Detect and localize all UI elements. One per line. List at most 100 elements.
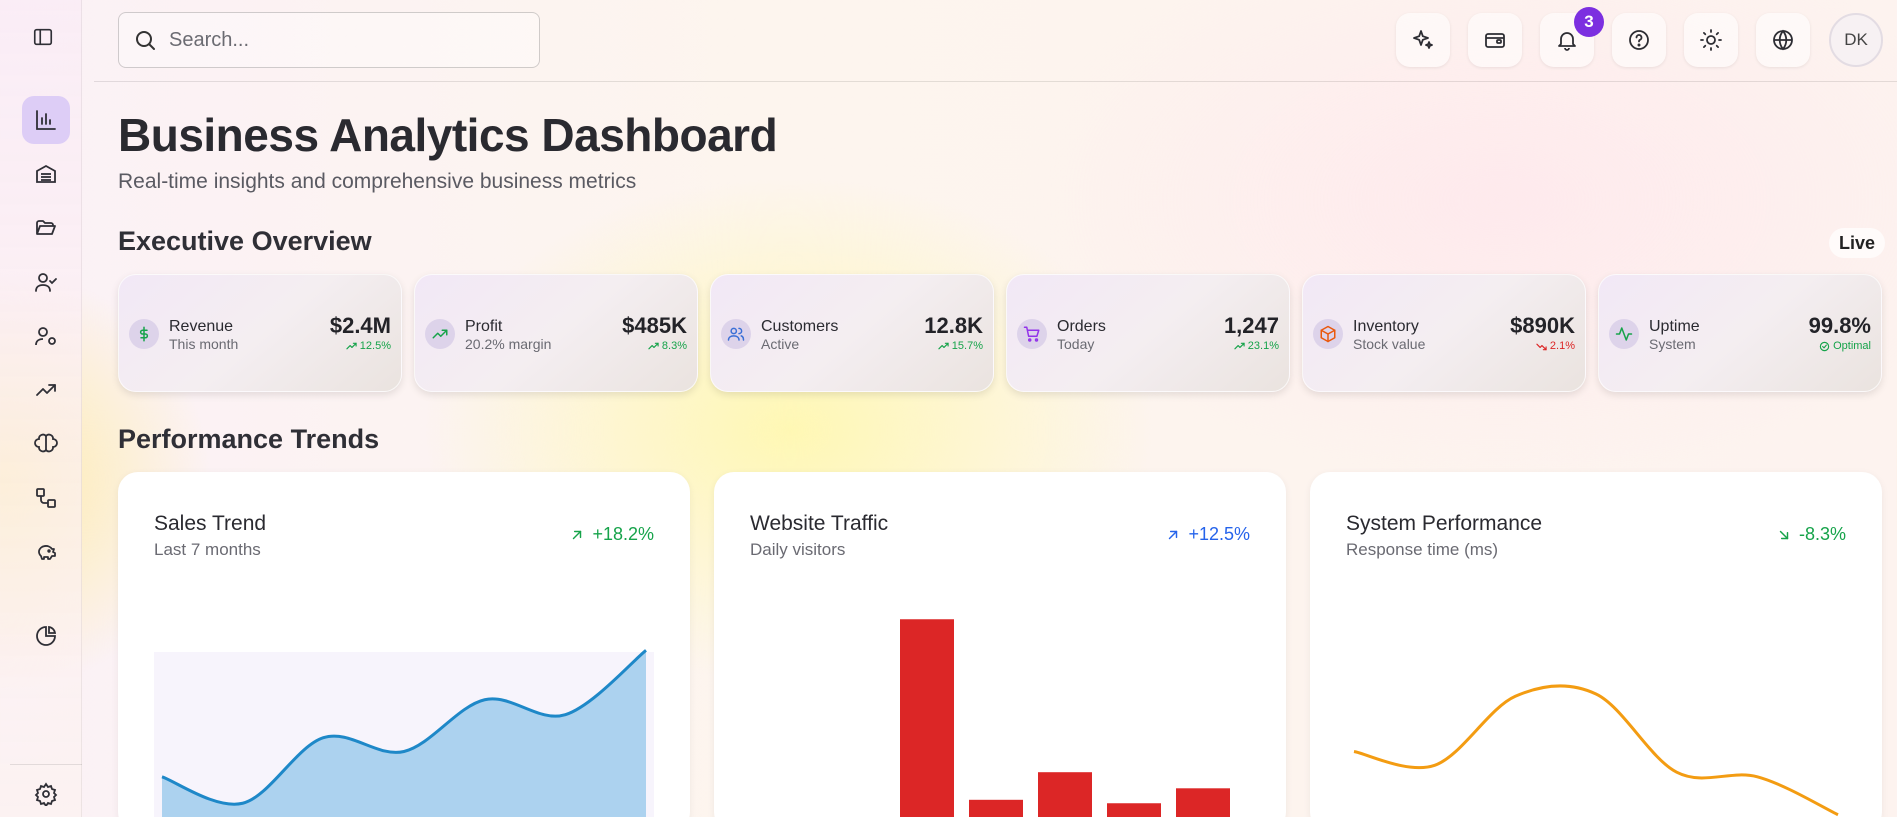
language-button[interactable] [1756, 13, 1810, 67]
sidebar-item-folders[interactable] [22, 204, 70, 252]
bar-1 [900, 619, 954, 817]
trend-up-icon [938, 342, 949, 349]
sidebar-item-warehouse[interactable] [22, 150, 70, 198]
sidebar-item-ai[interactable] [22, 420, 70, 468]
search-input[interactable] [169, 28, 509, 52]
chart-delta-text: -8.3% [1798, 524, 1846, 544]
help-button[interactable] [1612, 13, 1666, 67]
chart-plot [900, 619, 1230, 817]
chart-card-system-performance: System Performance Response time (ms) -8.3… [1310, 472, 1882, 817]
kpi-icon-wrap [1313, 319, 1343, 349]
chart-card-website-traffic: Website Traffic Daily visitors +12.5% [714, 472, 1286, 817]
kpi-label: Uptime [1649, 318, 1700, 335]
user-avatar[interactable]: DK [1829, 13, 1883, 67]
trend-up-icon [648, 342, 659, 349]
kpi-card-uptime[interactable]: Uptime System 99.8% Optimal [1598, 274, 1882, 392]
kpi-card-revenue[interactable]: Revenue This month $2.4M 12.5% [118, 274, 402, 392]
sidebar-item-user-settings[interactable] [22, 312, 70, 360]
search-icon [136, 31, 155, 50]
chart-delta: +18.2% [570, 524, 654, 545]
piggy-bank-icon [38, 545, 56, 560]
trending-up-icon [432, 329, 448, 339]
trending-up-icon [36, 384, 56, 396]
chart-title: System Performance [1346, 512, 1543, 535]
kpi-icon-wrap [721, 319, 751, 349]
page-title: Business Analytics Dashboard [118, 109, 778, 161]
performance-trends-heading: Performance Trends [118, 424, 380, 454]
kpi-label: Customers [761, 318, 839, 335]
kpi-delta: 12.5% [346, 340, 391, 352]
kpi-delta-text: 12.5% [359, 340, 391, 352]
kpi-icon-wrap [129, 319, 159, 349]
kpi-icon-wrap [1609, 319, 1639, 349]
chart-subtitle: Last 7 months [154, 540, 261, 559]
users-icon [727, 327, 745, 341]
kpi-card-inventory[interactable]: Inventory Stock value $890K 2.1% [1302, 274, 1586, 392]
trend-up-icon [346, 342, 357, 349]
arrow-up-right-icon [1169, 530, 1178, 539]
activity-icon [1615, 327, 1633, 341]
ai-assistant-button[interactable] [1396, 13, 1450, 67]
user-check-icon [35, 273, 57, 292]
sidebar-item-savings[interactable] [22, 528, 70, 576]
settings-icon [34, 782, 58, 806]
sidebar-item-workflow[interactable] [22, 474, 70, 522]
sidebar-divider [10, 764, 82, 765]
live-status-badge: Live [1829, 228, 1886, 258]
kpi-label: Profit [465, 318, 503, 335]
sidebar-item-settings[interactable] [22, 770, 70, 817]
cart-icon [1023, 326, 1040, 342]
kpi-sublabel: System [1649, 336, 1696, 352]
warehouse-icon [36, 164, 56, 183]
workflow-icon [36, 488, 56, 508]
sidebar-item-analytics[interactable] [22, 96, 70, 144]
kpi-delta-text: 23.1% [1247, 340, 1279, 352]
theme-toggle-button[interactable] [1684, 13, 1738, 67]
sidebar-item-trends[interactable] [22, 366, 70, 414]
search-box[interactable] [118, 12, 540, 68]
brain-icon [34, 433, 58, 453]
kpi-card-orders[interactable]: Orders Today 1,247 23.1% [1006, 274, 1290, 392]
chart-title: Website Traffic [750, 512, 889, 535]
kpi-label: Revenue [169, 318, 234, 335]
kpi-icon-wrap [425, 319, 455, 349]
sidebar [0, 0, 82, 817]
help-circle-icon [1629, 30, 1649, 50]
wallet-button[interactable] [1468, 13, 1522, 67]
chart-card-sales-trend: Sales Trend Last 7 months +18.2% [118, 472, 690, 817]
page-subtitle: Real-time insights and comprehensive bus… [118, 170, 637, 193]
kpi-delta-text: Optimal [1833, 340, 1871, 352]
bar-4 [1107, 803, 1161, 817]
sidebar-item-reports[interactable] [22, 612, 70, 660]
arrow-up-right-icon [573, 530, 582, 539]
kpi-delta-text: 8.3% [661, 340, 687, 352]
kpi-delta-text: 15.7% [951, 340, 983, 352]
globe-icon [1773, 29, 1793, 51]
chart-subtitle: Daily visitors [750, 540, 846, 559]
kpi-value: $890K [1510, 313, 1575, 338]
chart-title: Sales Trend [154, 512, 267, 535]
executive-overview-heading: Executive Overview [118, 226, 372, 256]
kpi-card-profit[interactable]: Profit 20.2% margin $485K 8.3% [414, 274, 698, 392]
sidebar-item-user-check[interactable] [22, 258, 70, 306]
chart-plot [1353, 684, 1839, 817]
kpi-card-customers[interactable]: Customers Active 12.8K 15.7% [710, 274, 994, 392]
kpi-value: 99.8% [1808, 313, 1871, 338]
sparkles-icon [1413, 30, 1433, 49]
series-line [1353, 684, 1839, 817]
kpi-value: 1,247 [1223, 313, 1279, 338]
bell-icon [1558, 32, 1576, 51]
kpi-delta: 2.1% [1536, 340, 1575, 352]
wallet-icon [1485, 33, 1505, 48]
top-bar: 3 DK [94, 0, 1897, 82]
kpi-delta: Optimal [1819, 340, 1871, 352]
chart-delta-text: +12.5% [1188, 524, 1250, 544]
notifications-button[interactable]: 3 [1540, 7, 1604, 67]
sidebar-toggle-button[interactable] [22, 16, 64, 58]
kpi-sublabel: Today [1057, 336, 1095, 352]
pie-chart-icon [36, 625, 57, 646]
kpi-icon-wrap [1017, 319, 1047, 349]
trend-down-icon [1536, 343, 1547, 350]
bar-chart-icon [36, 110, 56, 130]
check-circle-icon [1819, 341, 1830, 351]
